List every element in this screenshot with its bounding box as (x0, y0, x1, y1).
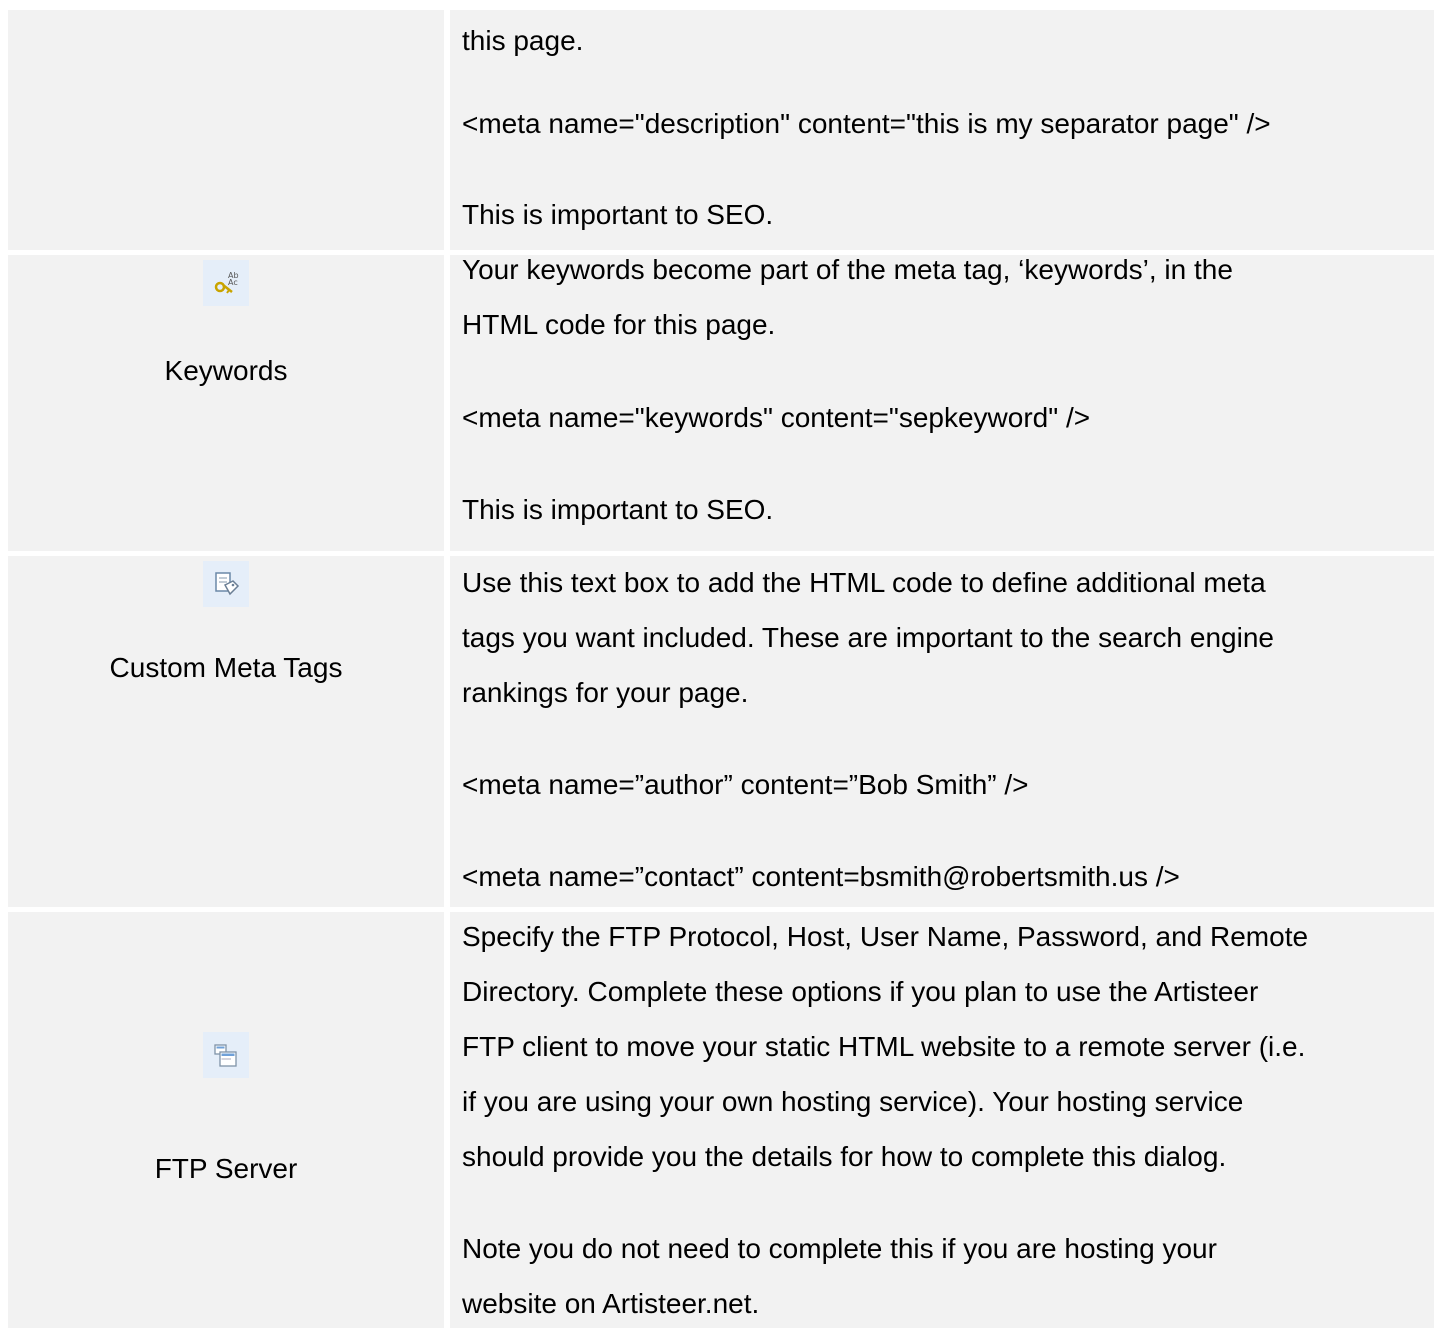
description-line: HTML code for this page. (462, 309, 776, 340)
table-row: FTP Server Specify the FTP Protocol, Hos… (8, 912, 1434, 1328)
description-line: tags you want included. These are import… (462, 622, 1274, 653)
description-line: Note you do not need to complete this if… (462, 1233, 1217, 1264)
table-row: Custom Meta Tags Use this text box to ad… (8, 556, 1434, 907)
description-line: Your keywords become part of the meta ta… (462, 254, 1233, 285)
description-line: This is important to SEO. (462, 494, 774, 525)
description-line: Use this text box to add the HTML code t… (462, 567, 1266, 598)
feature-label: FTP Server (154, 1153, 298, 1184)
keywords-key-icon: Ab Ac (203, 260, 249, 306)
description-line: <meta name=”author” content=”Bob Smith” … (462, 769, 1029, 800)
description-line: Directory. Complete these options if you… (462, 976, 1259, 1007)
feature-cell: Custom Meta Tags (8, 556, 444, 907)
description-line: FTP client to move your static HTML webs… (462, 1031, 1306, 1062)
feature-cell: Ab Ac Keywords (8, 255, 444, 551)
table-row: this page. <meta name="description" cont… (8, 10, 1434, 250)
feature-label: Custom Meta Tags (109, 652, 343, 683)
description-line: this page. (462, 25, 584, 56)
description-line: rankings for your page. (462, 677, 749, 708)
description-line: <meta name="keywords" content="sepkeywor… (462, 402, 1091, 433)
feature-cell: FTP Server (8, 912, 444, 1328)
ftp-server-icon (203, 1032, 249, 1078)
description-cell: Use this text box to add the HTML code t… (450, 556, 1434, 907)
feature-table: this page. <meta name="description" cont… (8, 10, 1434, 1328)
description-line: should provide you the details for how t… (462, 1141, 1227, 1172)
description-cell: Specify the FTP Protocol, Host, User Nam… (450, 912, 1434, 1328)
description-cell: Your keywords become part of the meta ta… (450, 254, 1434, 551)
description-line: <meta name="description" content="this i… (462, 108, 1271, 139)
description-line: Specify the FTP Protocol, Host, User Nam… (462, 921, 1309, 952)
description-line: if you are using your own hosting servic… (462, 1086, 1244, 1117)
description-cell: this page. <meta name="description" cont… (450, 10, 1434, 250)
custom-meta-tags-icon (203, 561, 249, 607)
feature-cell (8, 10, 444, 250)
description-line: This is important to SEO. (462, 199, 774, 230)
table-row: Ab Ac Keywords Your keywords become part… (8, 254, 1434, 551)
svg-text:Ac: Ac (228, 278, 238, 287)
feature-label: Keywords (164, 355, 288, 386)
description-line: <meta name=”contact” content=bsmith@robe… (462, 861, 1180, 892)
description-line: website on Artisteer.net. (462, 1288, 760, 1319)
